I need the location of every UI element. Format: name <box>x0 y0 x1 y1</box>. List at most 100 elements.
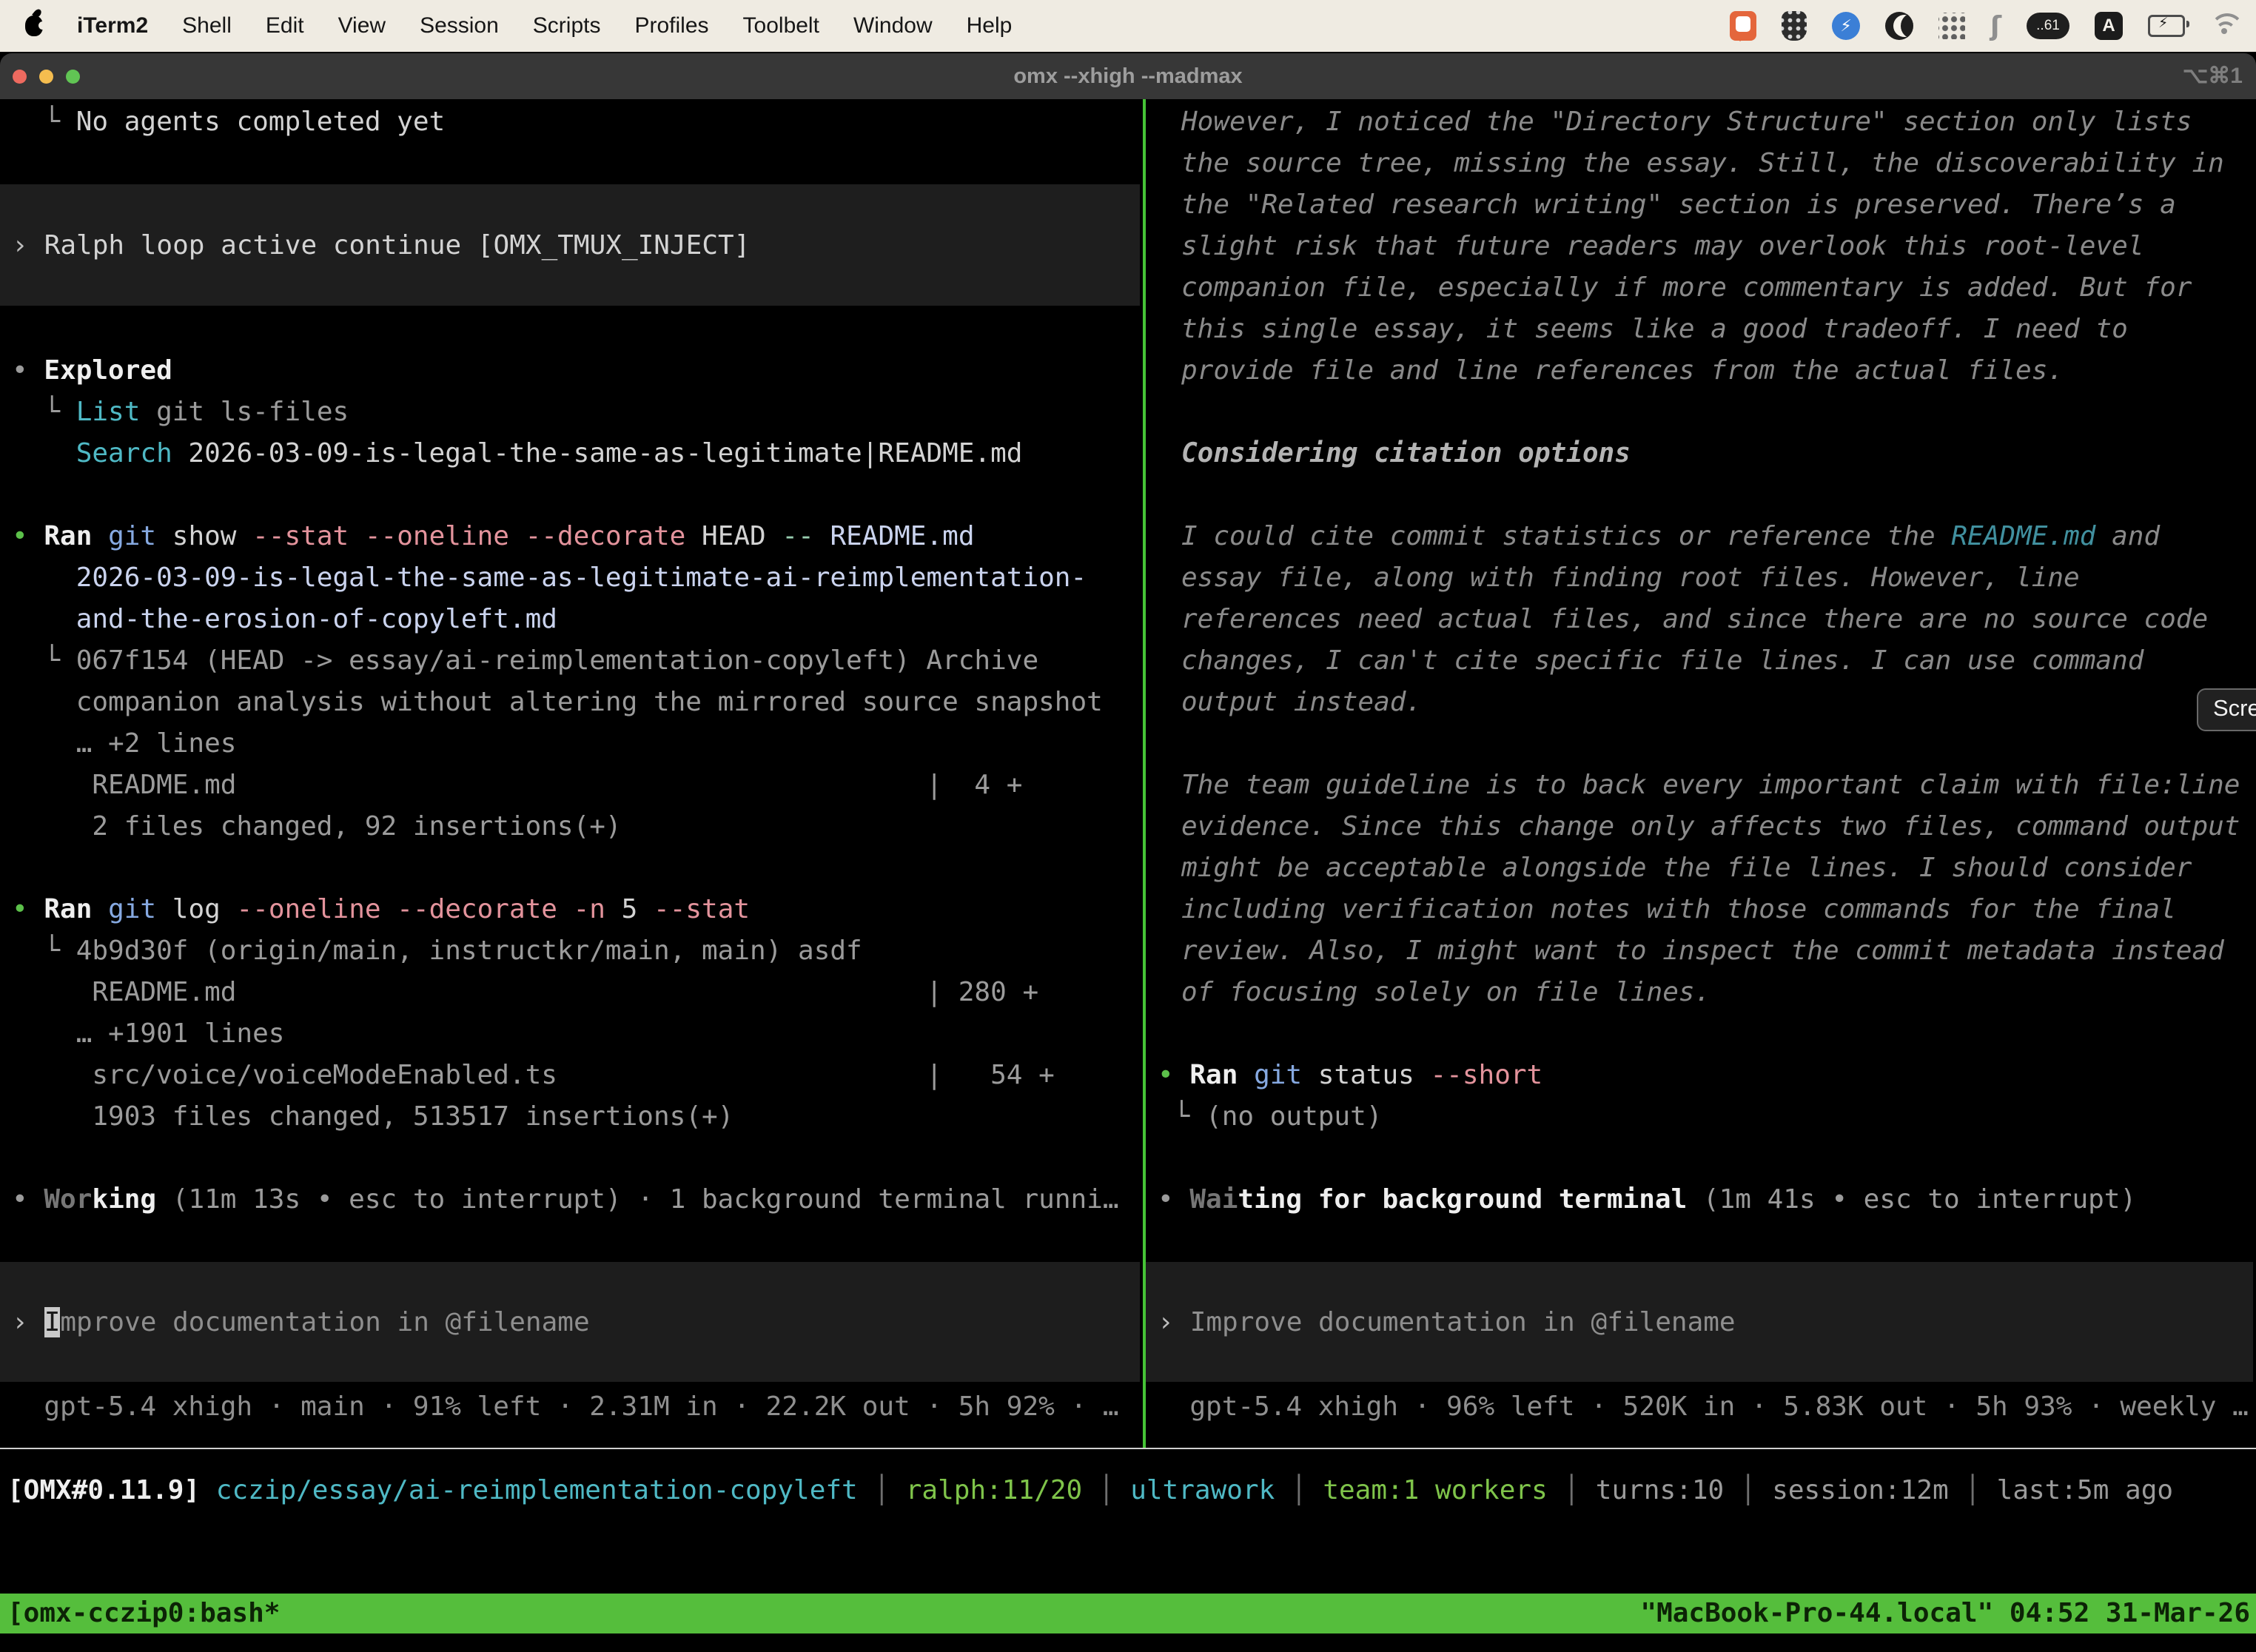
terminal-line: evidence. Since this change only affects… <box>1146 806 2256 847</box>
terminal-line: … +1901 lines <box>0 1013 1143 1055</box>
terminal-line: … +2 lines <box>0 723 1143 765</box>
dots-grid-icon[interactable] <box>1938 13 1965 39</box>
terminal-text-segment: … +2 lines <box>12 728 236 759</box>
status-segment: ralph:11/20 <box>906 1475 1082 1505</box>
a-app-icon[interactable]: A <box>2095 12 2123 40</box>
badge-61-icon[interactable]: ..61 <box>2027 13 2069 39</box>
terminal-line: • Explored <box>0 350 1143 392</box>
terminal-line: 2026-03-09-is-legal-the-same-as-legitima… <box>0 557 1143 599</box>
terminal-text-segment: Explored <box>44 355 172 386</box>
status-segment: [OMX#0.11.9] <box>7 1475 216 1505</box>
terminal-pane-left[interactable]: › Ralph loop active continue [OMX_TMUX_IN… <box>0 99 1143 1448</box>
menu-item-iterm2[interactable]: iTerm2 <box>77 13 148 38</box>
apple-icon[interactable] <box>25 16 43 36</box>
terminal-line: └ 067f154 (HEAD -> essay/ai-reimplementa… <box>0 640 1143 682</box>
model-status-line-left: gpt-5.4 xhigh · main · 91% left · 2.31M … <box>0 1386 1143 1428</box>
terminal-line: • Waiting for background terminal (1m 41… <box>1146 1179 2256 1220</box>
terminal-text-segment: └ 4b9d30f (origin/main, instructkr/main,… <box>12 936 862 966</box>
terminal-text-segment: king <box>92 1184 156 1215</box>
terminal-text-segment: references need actual files, and since … <box>1181 604 2208 634</box>
terminal-text-segment: However, I noticed the "Directory Struct… <box>1181 107 2192 137</box>
terminal-text-segment: ting for background terminal <box>1238 1184 1687 1215</box>
status-segment: │ <box>858 1475 906 1505</box>
battery-charging-icon[interactable] <box>2148 15 2185 37</box>
terminal-text-segment: output instead. <box>1181 687 1422 717</box>
terminal-line: └ No agents completed yet <box>0 101 1143 143</box>
terminal-text-segment: essay file, along with finding root file… <box>1181 563 2080 593</box>
omx-status-line: [OMX#0.11.9] cczip/essay/ai-reimplementa… <box>0 1470 2256 1511</box>
wifi-icon[interactable] <box>2210 13 2244 47</box>
terminal-line: including verification notes with those … <box>1146 889 2256 930</box>
prompt-chevron-icon: › <box>12 1307 28 1337</box>
screen-share-tooltip[interactable]: Scre <box>2197 688 2256 731</box>
menu-item-profiles[interactable]: Profiles <box>634 13 708 38</box>
ralph-loop-text: Ralph loop active continue [OMX_TMUX_INJ… <box>44 230 751 261</box>
menu-bar: iTerm2 Shell Edit View Session Scripts Profile… <box>0 0 2256 52</box>
ralph-loop-banner: › Ralph loop active continue [OMX_TMUX_IN… <box>0 184 1140 306</box>
terminal-text-segment: src/voice/voiceModeEnabled.ts | 54 + <box>12 1060 1055 1090</box>
menu-item-help[interactable]: Help <box>967 13 1013 38</box>
status-segment: │ <box>1275 1475 1323 1505</box>
terminal-text-segment: 1903 files changed, 513517 insertions(+) <box>12 1101 733 1132</box>
menu-item-toolbelt[interactable]: Toolbelt <box>743 13 819 38</box>
menu-item-window[interactable]: Window <box>853 13 933 38</box>
prompt-chevron-icon: › <box>1158 1307 1174 1337</box>
terminal-text-segment: • <box>12 355 44 386</box>
terminal-text-segment: and-the-erosion-of-copyleft.md <box>12 604 557 634</box>
terminal-line: output instead. <box>1146 682 2256 723</box>
terminal-text-segment: 2026-03-09-is-legal-the-same-as-legitima… <box>12 563 1087 593</box>
terminal-text-segment: 5 <box>605 894 654 924</box>
terminal-text-segment: log <box>156 894 236 924</box>
menu-item-shell[interactable]: Shell <box>182 13 232 38</box>
terminal-text-segment: No agents completed yet <box>76 107 446 137</box>
terminal-text-segment: I could cite commit statistics or refere… <box>1181 521 1951 551</box>
terminal-line: 2 files changed, 92 insertions(+) <box>0 806 1143 847</box>
dragon-icon[interactable]: ʃ <box>1990 11 2001 41</box>
screenshot-chat-icon[interactable] <box>1730 11 1756 41</box>
menu-item-edit[interactable]: Edit <box>266 13 304 38</box>
terminal-line: the source tree, missing the essay. Stil… <box>1146 143 2256 184</box>
menu-items: iTerm2 Shell Edit View Session Scripts Profile… <box>0 13 1012 38</box>
terminal-line: might be acceptable alongside the file l… <box>1146 847 2256 889</box>
terminal-text-segment: slight risk that future readers may over… <box>1181 231 2143 261</box>
shield-grid-icon[interactable] <box>1782 11 1807 41</box>
terminal-pane-right[interactable]: ›Improve documentation in @filename gpt-… <box>1146 99 2256 1448</box>
terminal-text-segment: git <box>108 894 156 924</box>
terminal-text-segment: evidence. Since this change only affects… <box>1181 811 2240 842</box>
terminal-text-segment: Wai <box>1189 1184 1238 1215</box>
terminal-line: • Ran git show --stat --oneline --decora… <box>0 516 1143 557</box>
prompt-input-left[interactable]: ›Improve documentation in @filename <box>0 1262 1140 1382</box>
terminal-line: 1903 files changed, 513517 insertions(+) <box>0 1096 1143 1138</box>
input-text: mprove documentation in @filename <box>60 1307 589 1337</box>
terminal-text-segment: the "Related research writing" section i… <box>1181 189 2176 220</box>
prompt-chevron-icon: › <box>12 230 28 261</box>
terminal-text-segment: --oneline --decorate -n <box>236 894 605 924</box>
status-segment: │ <box>1082 1475 1130 1505</box>
terminal-text-segment: companion analysis without altering the … <box>12 687 1103 717</box>
terminal-text-segment: • <box>1158 1184 1189 1215</box>
terminal-line: └ (no output) <box>1146 1096 2256 1138</box>
crescent-moon-icon[interactable] <box>1885 12 1913 40</box>
bolt-circle-icon[interactable]: ⚡ <box>1832 12 1860 40</box>
terminal-text-segment: └ (no output) <box>1158 1101 1382 1132</box>
status-segment: team:1 workers <box>1323 1475 1547 1505</box>
terminal-text-segment: changes, I can't cite specific file line… <box>1181 645 2143 676</box>
terminal-text-segment: (11m 13s • esc to interrupt) · 1 backgro… <box>156 1184 1118 1215</box>
terminal-text-segment: 2026-03-09-is-legal-the-same-as-legitima… <box>172 438 1023 469</box>
terminal-text-segment: git <box>108 521 156 551</box>
terminal-text-segment: List <box>76 397 141 427</box>
terminal-text-segment <box>1238 1060 1254 1090</box>
status-segment: ultrawork <box>1130 1475 1275 1505</box>
terminal-text-segment: └ <box>12 107 76 137</box>
terminal-text-segment: Ran <box>1189 1060 1238 1090</box>
menu-item-view[interactable]: View <box>338 13 386 38</box>
menu-item-session[interactable]: Session <box>420 13 499 38</box>
terminal-text-segment: the source tree, missing the essay. Stil… <box>1181 148 2224 178</box>
prompt-input-right[interactable]: ›Improve documentation in @filename <box>1146 1262 2253 1382</box>
tmux-status-bar: [omx-cczip0:bash* "MacBook-Pro-44.local"… <box>0 1594 2256 1633</box>
terminal-text-segment <box>12 438 76 469</box>
terminal-line: Considering citation options <box>1146 433 2256 474</box>
terminal-text-segment: The team guideline is to back every impo… <box>1181 770 2240 800</box>
menu-item-scripts[interactable]: Scripts <box>533 13 601 38</box>
terminal-text-segment: this single essay, it seems like a good … <box>1181 314 2128 344</box>
